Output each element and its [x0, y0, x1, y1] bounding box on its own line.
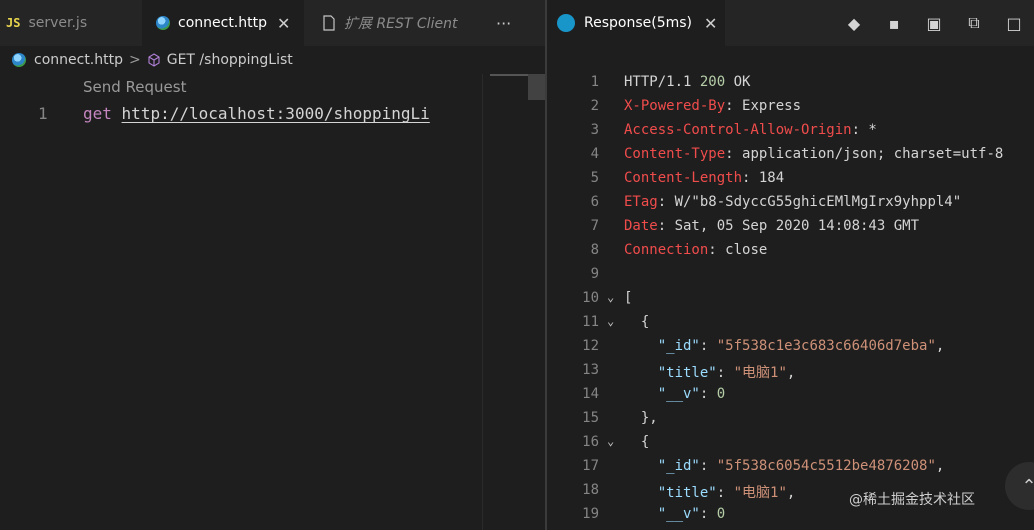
rest-client-icon — [557, 14, 575, 32]
request-line[interactable]: get http://localhost:3000/shoppingLi — [83, 104, 430, 123]
watermark: @稀土掘金技术社区 — [849, 492, 975, 508]
line-number: 17 — [582, 458, 599, 474]
split-icon[interactable]: ▣ — [914, 0, 954, 46]
copy-icon[interactable]: ⧉ — [954, 0, 994, 46]
line-number: 7 — [590, 218, 599, 234]
save-icon[interactable]: ▪ — [874, 0, 914, 46]
send-request-link[interactable]: Send Request — [83, 78, 186, 96]
response-text: { — [624, 314, 650, 330]
response-text: Access-Control-Allow-Origin: * — [624, 122, 877, 138]
line-number: 2 — [590, 98, 599, 114]
globe-icon — [12, 53, 26, 67]
response-text: Content-Type: application/json; charset=… — [624, 146, 1004, 162]
tab-server-js[interactable]: JS server.js — [0, 0, 142, 46]
tab-label: server.js — [28, 15, 88, 31]
line-number: 12 — [582, 338, 599, 354]
response-text: "__v": 0 — [657, 506, 726, 522]
tab-response[interactable]: Response(5ms) ✕ — [547, 0, 725, 46]
fold-chevron-icon[interactable]: ⌄ — [607, 434, 614, 448]
editor-tab-bar: JS server.js connect.http ✕ 扩展 REST Clie… — [0, 0, 545, 46]
line-number: 1 — [38, 104, 48, 123]
line-number: 15 — [582, 410, 599, 426]
fold-chevron-icon[interactable]: ⌄ — [607, 290, 614, 304]
line-number: 1 — [590, 74, 599, 90]
line-number: 10 — [582, 290, 599, 306]
tab-label: 扩展 REST Client — [344, 16, 458, 32]
tab-rest-client-extension[interactable]: 扩展 REST Client — [304, 0, 488, 46]
line-number: 13 — [582, 362, 599, 378]
http-method: get — [83, 104, 112, 123]
response-text: Content-Length: 184 — [624, 170, 785, 186]
breadcrumb-file[interactable]: connect.http — [34, 52, 123, 68]
cube-icon — [148, 53, 160, 67]
line-number: 8 — [590, 242, 599, 258]
close-icon[interactable]: ✕ — [704, 14, 717, 33]
response-text: X-Powered-By: Express — [624, 98, 802, 114]
editor-pane: JS server.js connect.http ✕ 扩展 REST Clie… — [0, 0, 545, 530]
scrollbar-thumb[interactable] — [528, 74, 545, 100]
request-url[interactable]: http://localhost:3000/shoppingLi — [122, 104, 430, 123]
response-text: "__v": 0 — [657, 386, 726, 402]
minimap-edge — [482, 74, 483, 530]
line-number: 16 — [582, 434, 599, 450]
editor-line[interactable]: 1 get http://localhost:3000/shoppingLi — [0, 100, 482, 128]
line-number: 3 — [590, 122, 599, 138]
tab-label: connect.http — [178, 15, 267, 31]
response-tab-bar: Response(5ms) ✕ ◆ ▪ ▣ ⧉ □ — [547, 0, 1034, 46]
line-number: 19 — [582, 506, 599, 522]
vertical-scrollbar[interactable] — [528, 74, 545, 530]
line-number: 4 — [590, 146, 599, 162]
line-number: 9 — [590, 266, 599, 282]
editor-actions: ◆ ▪ ▣ ⧉ □ — [834, 0, 1034, 46]
breadcrumb: connect.http > GET /shoppingList — [0, 46, 545, 74]
close-icon[interactable]: ✕ — [277, 14, 290, 33]
breadcrumb-separator: > — [129, 52, 141, 68]
git-compare-icon[interactable]: ◆ — [834, 0, 874, 46]
response-pane: Response(5ms) ✕ ◆ ▪ ▣ ⧉ □ 1 HTTP/1.1 200 … — [547, 0, 1034, 530]
line-number: 6 — [590, 194, 599, 210]
response-text: "_id": "5f538c6054c5512be4876208", — [657, 458, 945, 474]
response-text: ETag: W/"b8-SdyccG55ghicEMlMgIrx9yhppl4" — [624, 194, 962, 210]
js-file-icon: JS — [6, 16, 21, 30]
response-text: "title": "电脑1", — [657, 485, 796, 501]
response-text: Date: Sat, 05 Sep 2020 14:08:43 GMT — [624, 218, 920, 234]
tab-label: Response(5ms) — [584, 15, 693, 31]
response-text: "title": "电脑1", — [657, 365, 796, 381]
minimap-line — [490, 74, 528, 76]
response-text: HTTP/1.1 200 OK — [624, 74, 751, 90]
scroll-to-top-button[interactable]: ⌃ — [1005, 462, 1034, 510]
response-text: }, — [624, 410, 658, 426]
response-text: Connection: close — [624, 242, 768, 258]
line-number: 11 — [582, 314, 599, 330]
line-number: 18 — [582, 482, 599, 498]
response-text: [ — [624, 290, 633, 306]
breadcrumb-request[interactable]: GET /shoppingList — [167, 52, 293, 68]
layout-icon[interactable]: □ — [994, 0, 1034, 46]
globe-icon — [156, 16, 170, 30]
line-number: 14 — [582, 386, 599, 402]
response-text: "_id": "5f538c1e3c683c66406d7eba", — [657, 338, 945, 354]
response-text: { — [624, 434, 650, 450]
more-actions-icon[interactable]: ··· — [496, 0, 526, 46]
fold-chevron-icon[interactable]: ⌄ — [607, 314, 614, 328]
line-number: 5 — [590, 170, 599, 186]
file-icon — [323, 15, 335, 31]
tab-connect-http[interactable]: connect.http ✕ — [142, 0, 304, 46]
